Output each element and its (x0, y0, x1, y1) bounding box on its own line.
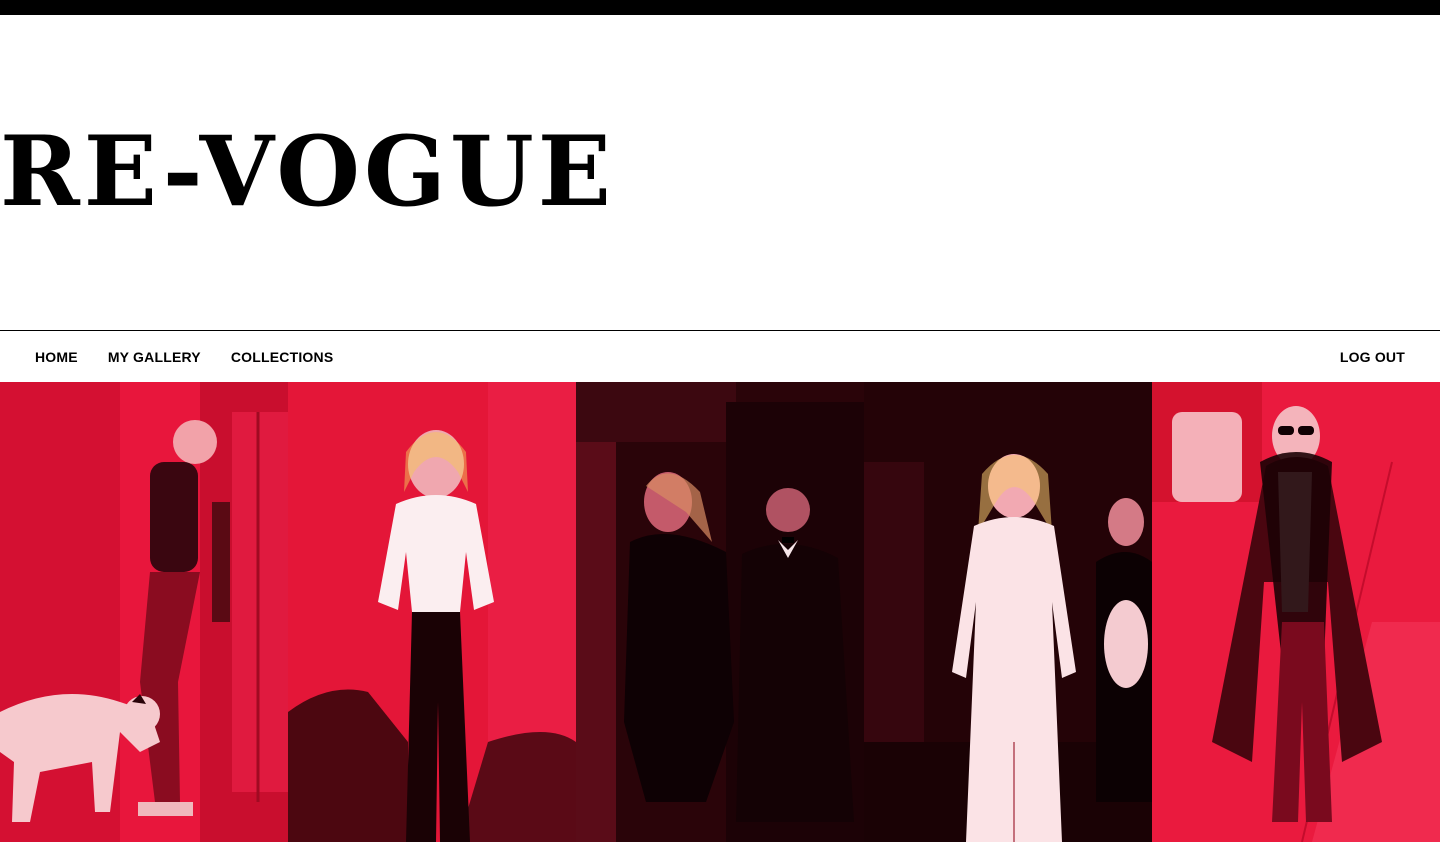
photo-gallery (0, 382, 1440, 842)
gallery-photo-2[interactable] (288, 382, 576, 842)
photo-couple-night (576, 382, 864, 842)
logout-link[interactable]: LOG OUT (1340, 349, 1405, 365)
main-nav: HOME MY GALLERY COLLECTIONS LOG OUT (0, 331, 1440, 382)
nav-home-link[interactable]: HOME (35, 349, 78, 365)
photo-woman-white-gown (864, 382, 1152, 842)
photo-woman-white-shirt (288, 382, 576, 842)
nav-links: HOME MY GALLERY COLLECTIONS (35, 349, 333, 365)
nav-my-gallery-link[interactable]: MY GALLERY (108, 349, 201, 365)
photo-woman-sunglasses-street (1152, 382, 1440, 842)
gallery-photo-1[interactable] (0, 382, 288, 842)
gallery-photo-4[interactable] (864, 382, 1152, 842)
nav-collections-link[interactable]: COLLECTIONS (231, 349, 334, 365)
site-logo[interactable]: RE-VOGUE (0, 112, 615, 232)
photo-woman-with-dog (0, 382, 288, 842)
gallery-photo-3[interactable] (576, 382, 864, 842)
top-bar (0, 0, 1440, 15)
gallery-photo-5[interactable] (1152, 382, 1440, 842)
